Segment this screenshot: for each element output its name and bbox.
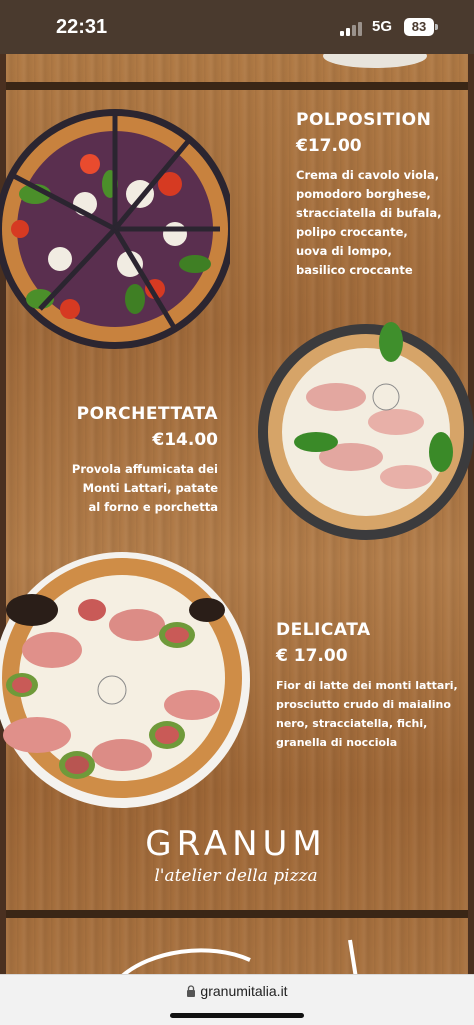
item-description: Fior di latte dei monti lattari, prosciu…: [276, 676, 468, 752]
menu-image: POLPOSITION €17.00 Crema di cavolo viola…: [0, 54, 474, 974]
status-time: 22:31: [56, 16, 108, 38]
logo-name: GRANUM: [145, 824, 327, 864]
plate-edge: [323, 54, 427, 68]
description-line: prosciutto crudo di maialino: [276, 698, 451, 711]
url-text: granumitalia.it: [200, 983, 288, 999]
signal-icon: [340, 22, 362, 36]
description-line: nero, stracciatella, fichi,: [276, 717, 428, 730]
status-bar: 22:31 5G 83: [0, 0, 474, 54]
description-line: Provola affumicata dei: [71, 462, 218, 476]
item-name: POLPOSITION: [296, 110, 432, 130]
lock-icon: [187, 985, 196, 997]
logo-tagline: l'atelier della pizza: [154, 866, 318, 886]
pizza-porchettata-image: [258, 322, 474, 540]
item-price: €14.00: [152, 430, 218, 450]
item-description: Crema di cavolo viola, pomodoro borghese…: [296, 166, 466, 280]
description-line: pomodoro borghese,: [296, 187, 431, 201]
pizza-polposition-image: [0, 109, 230, 349]
description-line: al forno e porchetta: [88, 500, 218, 514]
description-line: granella di nocciola: [276, 736, 398, 749]
description-line: uova di lompo,: [296, 244, 392, 258]
item-description: Provola affumicata dei Monti Lattari, pa…: [48, 460, 218, 517]
next-page-preview: [121, 939, 358, 974]
item-price: € 17.00: [276, 646, 348, 666]
item-price: €17.00: [296, 136, 362, 156]
description-line: stracciatella di bufala,: [296, 206, 442, 220]
item-name: DELICATA: [276, 620, 371, 640]
battery-tip: [435, 24, 438, 30]
granum-logo: GRANUM l'atelier della pizza: [116, 824, 356, 886]
battery-icon: 83: [404, 18, 434, 36]
network-type: 5G: [372, 18, 393, 35]
browser-bar: granumitalia.it: [0, 974, 474, 1025]
menu-item-polposition: POLPOSITION €17.00 Crema di cavolo viola…: [296, 110, 466, 280]
description-line: polipo croccante,: [296, 225, 408, 239]
description-line: Monti Lattari, patate: [82, 481, 218, 495]
menu-item-porchettata: PORCHETTATA €14.00 Provola affumicata de…: [48, 404, 218, 517]
url-bar[interactable]: granumitalia.it: [0, 983, 474, 999]
description-line: basilico croccante: [296, 263, 413, 277]
description-line: Crema di cavolo viola,: [296, 168, 440, 182]
menu-item-delicata: DELICATA € 17.00 Fior di latte dei monti…: [276, 620, 468, 752]
home-indicator[interactable]: [170, 1013, 304, 1018]
pizza-delicata-image: [0, 552, 250, 808]
description-line: Fior di latte dei monti lattari,: [276, 679, 458, 692]
plank-divider: [0, 910, 474, 918]
item-name: PORCHETTATA: [76, 404, 218, 424]
